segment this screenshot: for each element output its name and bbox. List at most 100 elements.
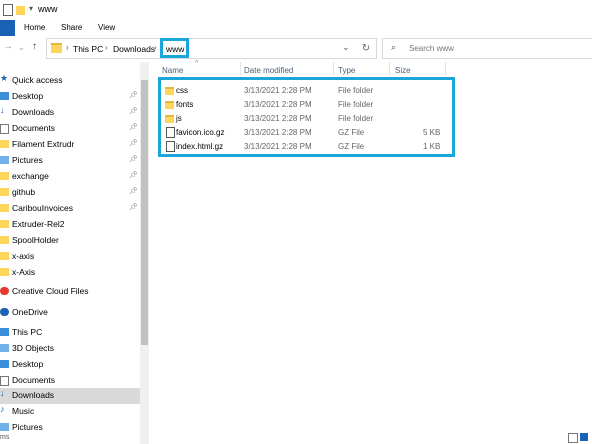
breadcrumb-downloads[interactable]: Downloads	[113, 44, 155, 54]
nav-label: Filament Extrudr	[12, 139, 75, 149]
nav-label: github	[12, 187, 36, 197]
nav-item-desktop[interactable]: Desktop 📌︎	[0, 89, 140, 105]
document-icon	[0, 124, 9, 134]
ribbon-tabs: Home Share View	[0, 20, 592, 37]
window-title: www	[38, 4, 58, 14]
column-divider[interactable]	[389, 62, 390, 76]
folder-icon	[0, 204, 9, 212]
nav-item-extruder-rel2[interactable]: Extruder-Rel2	[0, 217, 140, 233]
breadcrumb-this-pc[interactable]: This PC	[73, 44, 103, 54]
nav-scrollbar-thumb[interactable]	[141, 80, 148, 345]
chevron-down-icon[interactable]: ⌄	[342, 42, 350, 53]
search-placeholder: Search www	[409, 44, 454, 53]
status-text: ms	[0, 434, 10, 441]
refresh-button[interactable]: ↻	[356, 38, 377, 59]
creative-cloud-icon	[0, 287, 9, 295]
folder-icon	[0, 172, 9, 180]
folder-icon	[0, 268, 9, 276]
column-divider[interactable]	[240, 62, 241, 76]
forward-arrow-icon[interactable]: →	[3, 41, 13, 52]
pictures-icon	[0, 423, 9, 431]
nav-label: x-Axis	[12, 267, 36, 277]
pin-icon[interactable]: 📌︎	[129, 171, 138, 179]
check-icon[interactable]	[3, 4, 13, 16]
cloud-icon	[0, 308, 9, 316]
column-header-name[interactable]: Name	[162, 66, 183, 75]
nav-label: Documents	[12, 375, 55, 385]
title-bar: ▾ www	[0, 0, 592, 20]
nav-label: Extruder-Rel2	[12, 219, 65, 229]
nav-onedrive[interactable]: OneDrive	[0, 305, 140, 321]
pin-icon[interactable]: 📌︎	[129, 107, 138, 115]
folder-icon	[0, 236, 9, 244]
nav-item-documents[interactable]: Documents 📌︎	[0, 121, 140, 137]
nav-pc-desktop[interactable]: Desktop	[0, 357, 140, 373]
nav-label: exchange	[12, 171, 49, 181]
nav-item-x-axis-2[interactable]: x-Axis	[0, 265, 140, 281]
folder-icon	[0, 188, 9, 196]
nav-creative-cloud[interactable]: Creative Cloud Files	[0, 284, 140, 300]
breadcrumb-separator-icon: ›	[154, 43, 157, 52]
nav-label: Desktop	[12, 91, 44, 101]
star-icon: ★	[0, 73, 9, 83]
folder-icon	[0, 220, 9, 228]
nav-label: SpoolHolder	[12, 235, 59, 245]
highlight-box	[158, 77, 455, 157]
folder-icon	[0, 252, 9, 260]
pin-icon[interactable]: 📌︎	[129, 123, 138, 131]
column-header-size[interactable]: Size	[395, 66, 411, 75]
nav-label: This PC	[12, 327, 43, 337]
tab-view[interactable]: View	[98, 23, 115, 32]
tab-share[interactable]: Share	[61, 23, 82, 32]
nav-label: Documents	[12, 123, 55, 133]
folder-icon	[0, 140, 9, 148]
download-icon: ↓	[0, 105, 5, 115]
nav-item-filament-extrudr[interactable]: Filament Extrudr 📌︎	[0, 137, 140, 153]
recent-locations-icon[interactable]: ⌄	[18, 43, 25, 52]
pin-icon[interactable]: 📌︎	[129, 155, 138, 163]
nav-item-x-axis[interactable]: x-axis	[0, 249, 140, 265]
column-divider[interactable]	[333, 62, 334, 76]
pin-icon[interactable]: 📌︎	[129, 187, 138, 195]
pin-icon[interactable]: 📌︎	[129, 203, 138, 211]
tab-home[interactable]: Home	[24, 23, 45, 32]
computer-icon	[0, 328, 9, 336]
search-input[interactable]: ⌕ Search www	[382, 38, 592, 59]
details-view-icon[interactable]	[568, 433, 578, 443]
search-icon: ⌕	[391, 42, 397, 52]
nav-pc-music[interactable]: ♪ Music	[0, 404, 140, 420]
column-header-date[interactable]: Date modified	[244, 66, 293, 75]
highlight-box	[160, 38, 189, 58]
nav-item-exchange[interactable]: exchange 📌︎	[0, 169, 140, 185]
desktop-icon	[0, 360, 9, 368]
nav-label: Downloads	[12, 107, 55, 117]
nav-label: Pictures	[12, 422, 43, 432]
refresh-icon: ↻	[361, 43, 371, 54]
nav-pc-downloads[interactable]: ↓ Downloads	[0, 388, 140, 404]
nav-pc-documents[interactable]: Documents	[0, 373, 140, 389]
document-icon	[0, 376, 9, 386]
music-icon: ♪	[0, 404, 5, 414]
address-bar[interactable]: › This PC › Downloads › www ⌄	[46, 38, 358, 59]
nav-label: 3D Objects	[12, 343, 55, 353]
up-arrow-icon[interactable]: ↑	[32, 41, 37, 52]
nav-item-pictures[interactable]: Pictures 📌︎	[0, 153, 140, 169]
nav-quick-access[interactable]: ★ Quick access	[0, 73, 140, 89]
tab-file[interactable]	[0, 20, 15, 36]
nav-item-spoolholder[interactable]: SpoolHolder	[0, 233, 140, 249]
column-header-type[interactable]: Type	[338, 66, 355, 75]
large-icons-view-icon[interactable]	[580, 433, 588, 441]
pin-icon[interactable]: 📌︎	[129, 139, 138, 147]
breadcrumb-separator-icon: ›	[105, 43, 108, 52]
column-divider[interactable]	[445, 62, 446, 76]
nav-label: Desktop	[12, 359, 44, 369]
nav-item-downloads[interactable]: ↓ Downloads 📌︎	[0, 105, 140, 121]
quick-toolbar-dropdown-icon[interactable]: ▾	[29, 4, 33, 13]
nav-pc-3d-objects[interactable]: 3D Objects	[0, 341, 140, 357]
nav-item-github[interactable]: github 📌︎	[0, 185, 140, 201]
pin-icon[interactable]: 📌︎	[129, 91, 138, 99]
download-icon: ↓	[0, 388, 5, 398]
nav-item-caribouinvoices[interactable]: CaribouInvoices 📌︎	[0, 201, 140, 217]
nav-this-pc[interactable]: This PC	[0, 325, 140, 341]
desktop-icon	[0, 92, 9, 100]
